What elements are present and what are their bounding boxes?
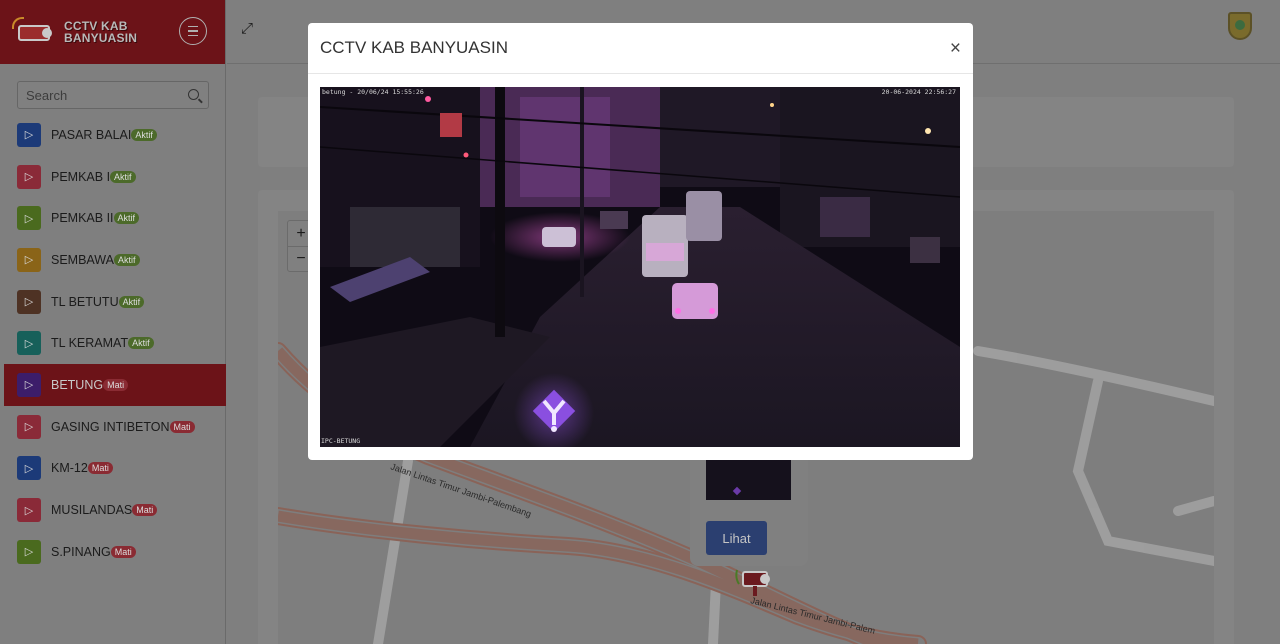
cctv-modal: CCTV KAB BANYUASIN × betung - 20/06/24 1…: [308, 23, 973, 460]
brand-header: CCTV KAB BANYUASIN: [0, 0, 225, 64]
camera-label: PASAR BALAI: [51, 127, 132, 142]
status-badge: Aktif: [128, 337, 154, 350]
camera-item[interactable]: ▷ PEMKAB II Aktif: [0, 197, 226, 239]
sidebar: CCTV KAB BANYUASIN ▷PASAR BALAIAktif▷PEM…: [0, 0, 226, 644]
camera-label: BETUNG: [51, 377, 104, 392]
camera-label: TL BETUTU: [51, 294, 119, 309]
camera-label: TL KERAMAT: [51, 336, 129, 351]
status-badge: Aktif: [110, 170, 136, 183]
camera-item[interactable]: ▷ TL BETUTU Aktif: [0, 281, 226, 323]
lihat-button[interactable]: Lihat: [706, 521, 767, 555]
status-badge: Aktif: [131, 128, 157, 141]
status-badge: Aktif: [113, 212, 140, 225]
menu-toggle-button[interactable]: [179, 17, 207, 45]
camera-list: ▷ PASAR BALAI Aktif ▷ PEMKAB I Aktif ▷ PEMKAB I…: [0, 114, 226, 573]
video-osd-timestamp: 20-06-2024 22:56:27: [881, 88, 956, 96]
camera-item[interactable]: ▷ KM-12 Mati: [0, 448, 226, 490]
search-input[interactable]: [26, 87, 176, 103]
status-badge: Aktif: [113, 253, 140, 266]
camera-thumbnail[interactable]: [706, 458, 791, 500]
modal-title: CCTV KAB BANYUASIN: [320, 38, 508, 57]
camera-item[interactable]: ▷ BETUNG Mati: [4, 364, 226, 406]
camera-item[interactable]: ▷ TL KERAMAT Aktif: [0, 322, 226, 364]
status-badge: Aktif: [118, 295, 145, 308]
cctv-logo-icon: [12, 15, 58, 49]
camera-label: S.PINANG: [51, 544, 111, 559]
camera-item[interactable]: ▷ S.PINANG Mati: [0, 531, 226, 573]
play-icon[interactable]: ▷: [17, 539, 41, 564]
play-icon[interactable]: ▷: [17, 331, 41, 356]
play-icon[interactable]: ▷: [17, 164, 41, 189]
camera-label: PEMKAB I: [51, 169, 111, 184]
play-icon[interactable]: ▷: [17, 414, 41, 439]
camera-label: SEMBAWA: [51, 252, 114, 267]
cctv-marker-icon[interactable]: [735, 566, 779, 600]
camera-label: PEMKAB II: [51, 211, 114, 226]
video-osd-camera-name: IPC-BETUNG: [321, 437, 361, 445]
regency-emblem-icon: [1228, 12, 1252, 40]
camera-item[interactable]: ▷ PASAR BALAI Aktif: [0, 114, 226, 156]
play-icon[interactable]: ▷: [17, 372, 41, 397]
status-badge: Mati: [110, 545, 136, 558]
brand-title: CCTV KAB BANYUASIN: [64, 19, 138, 45]
fullscreen-icon[interactable]: ⤢: [241, 21, 255, 36]
camera-item[interactable]: ▷ MUSILANDAS Mati: [0, 489, 226, 531]
play-icon[interactable]: ▷: [17, 247, 41, 272]
camera-label: KM-12: [51, 461, 88, 476]
close-icon[interactable]: ×: [950, 39, 961, 59]
status-badge: Mati: [87, 462, 113, 475]
search-icon[interactable]: [188, 89, 199, 100]
play-icon[interactable]: ▷: [17, 206, 41, 231]
camera-label: MUSILANDAS: [51, 503, 133, 518]
play-icon[interactable]: ▷: [17, 122, 41, 147]
camera-item[interactable]: ▷ GASING INTIBETON Mati: [0, 406, 226, 448]
play-icon[interactable]: ▷: [17, 498, 41, 523]
play-icon[interactable]: ▷: [17, 456, 41, 481]
cctv-video-feed[interactable]: betung - 20/06/24 15:55:26 20-06-2024 22…: [320, 87, 960, 447]
camera-item[interactable]: ▷ SEMBAWA Aktif: [0, 239, 226, 281]
modal-header: CCTV KAB BANYUASIN ×: [308, 23, 973, 74]
play-icon[interactable]: ▷: [17, 289, 41, 314]
status-badge: Mati: [132, 504, 158, 517]
status-badge: Mati: [103, 378, 129, 391]
camera-item[interactable]: ▷ PEMKAB I Aktif: [0, 156, 226, 198]
status-badge: Mati: [169, 420, 195, 433]
video-osd-top-left: betung - 20/06/24 15:55:26: [322, 88, 424, 96]
camera-label: GASING INTIBETON: [51, 419, 170, 434]
search-box: [17, 81, 209, 109]
